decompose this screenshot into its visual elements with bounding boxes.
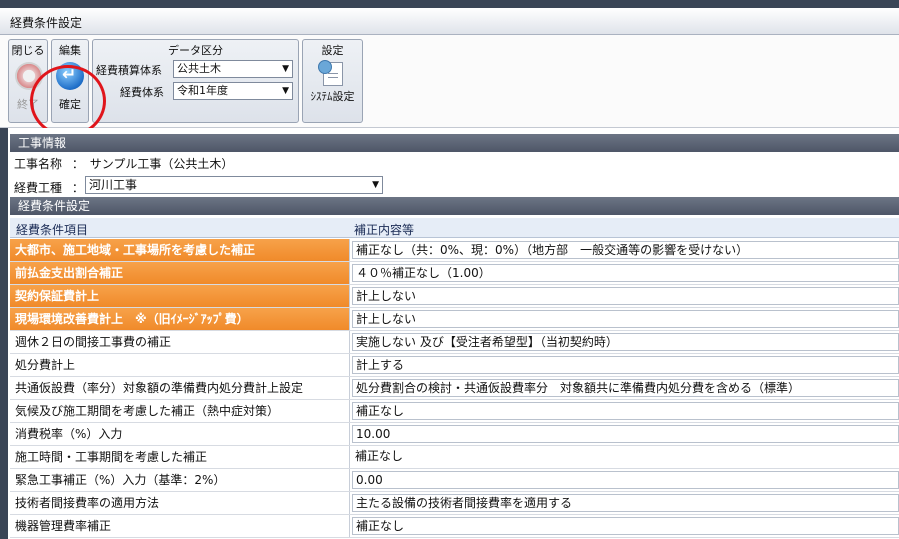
condition-item: 処分費計上 bbox=[15, 358, 76, 372]
settings-group: 設定 ｼｽﾃﾑ設定 bbox=[302, 39, 363, 123]
conditions-header: 経費条件設定 bbox=[10, 197, 899, 215]
condition-value-field[interactable]: 計上しない bbox=[352, 310, 899, 328]
project-name-value: サンプル工事（公共土木） bbox=[89, 157, 234, 171]
table-row[interactable]: 週休２日の間接工事費の補正 実施しない 及び【受注者希望型】（当初契約時） bbox=[10, 331, 899, 354]
condition-value-field[interactable]: 補正なし bbox=[352, 402, 899, 420]
colon: ： bbox=[71, 157, 84, 171]
condition-value-field[interactable]: 10.00 bbox=[352, 425, 899, 443]
condition-item: 前払金支出割合補正 bbox=[10, 262, 349, 284]
column-divider bbox=[349, 308, 350, 330]
condition-value-field[interactable]: 実施しない 及び【受注者希望型】（当初契約時） bbox=[352, 333, 899, 351]
system-select-value: 公共土木 bbox=[177, 62, 221, 75]
table-row[interactable]: 前払金支出割合補正 ４０％補正なし（1.00） bbox=[10, 262, 899, 285]
system-settings-label: ｼｽﾃﾑ設定 bbox=[310, 90, 355, 103]
table-row[interactable]: 施工時間・工事期間を考慮した補正 補正なし bbox=[10, 446, 899, 469]
colon: ： bbox=[71, 181, 84, 195]
condition-item: 施工時間・工事期間を考慮した補正 bbox=[15, 450, 208, 464]
data-category-group: データ区分 経費積算体系 公共土木 ▼ 経費体系 令和1年度 ▼ bbox=[92, 39, 299, 123]
expense-type-row: 経費工種 ： bbox=[14, 179, 84, 196]
table-row[interactable]: 共通仮設費（率分）対象額の準備費内処分費計上設定 処分費割合の検討・共通仮設費率分… bbox=[10, 377, 899, 400]
column-divider bbox=[349, 331, 350, 353]
table-row[interactable]: 処分費計上 計上する bbox=[10, 354, 899, 377]
condition-item: 機器管理費率補正 bbox=[15, 519, 112, 533]
dropdown-arrow-icon: ▼ bbox=[282, 64, 289, 74]
condition-item: 緊急工事補正（%）入力（基準：2%） bbox=[15, 473, 226, 487]
project-name-label: 工事名称 bbox=[14, 157, 63, 171]
condition-item: 週休２日の間接工事費の補正 bbox=[15, 335, 172, 349]
condition-item: 共通仮設費（率分）対象額の準備費内処分費計上設定 bbox=[15, 381, 304, 395]
window-titlebar: 経費条件設定 bbox=[0, 8, 899, 35]
condition-item: 気候及び施工期間を考慮した補正（熱中症対策） bbox=[15, 404, 280, 418]
column-divider bbox=[349, 262, 350, 284]
table-row[interactable]: 大都市、施工地域・工事場所を考慮した補正 補正なし（共：0%、現：0%）（地方部 … bbox=[10, 239, 899, 262]
dropdown-arrow-icon: ▼ bbox=[282, 86, 289, 96]
left-border bbox=[0, 128, 8, 539]
system-select[interactable]: 公共土木 ▼ bbox=[173, 60, 293, 78]
expense-label: 経費体系 bbox=[120, 86, 164, 99]
system-label: 経費積算体系 bbox=[96, 64, 162, 77]
table-row[interactable]: 契約保証費計上 計上しない bbox=[10, 285, 899, 308]
table-row[interactable]: 気候及び施工期間を考慮した補正（熱中症対策） 補正なし bbox=[10, 400, 899, 423]
table-row[interactable]: 消費税率（%）入力 10.00 bbox=[10, 423, 899, 446]
table-row[interactable]: 機器管理費率補正 補正なし bbox=[10, 515, 899, 538]
condition-value-field[interactable]: ４０％補正なし（1.00） bbox=[352, 264, 899, 282]
condition-value-field[interactable]: 補正なし bbox=[352, 448, 899, 466]
top-strip bbox=[0, 0, 899, 8]
column-divider bbox=[349, 515, 350, 537]
conditions-column-header: 経費条件項目 補正内容等 bbox=[10, 218, 899, 238]
annotation-circle bbox=[30, 65, 106, 137]
condition-value-field[interactable]: 補正なし（共：0%、現：0%）（地方部 一般交通等の影響を受けない） bbox=[352, 241, 899, 259]
condition-item: 大都市、施工地域・工事場所を考慮した補正 bbox=[10, 239, 349, 261]
condition-item: 消費税率（%）入力 bbox=[15, 427, 123, 441]
project-name-row: 工事名称 ： サンプル工事（公共土木） bbox=[14, 155, 233, 172]
column-divider bbox=[349, 423, 350, 445]
condition-value-field[interactable]: 主たる設備の技術者間接費率を適用する bbox=[352, 494, 899, 512]
table-row[interactable]: 緊急工事補正（%）入力（基準：2%） 0.00 bbox=[10, 469, 899, 492]
col-content-header: 補正内容等 bbox=[354, 223, 415, 237]
expense-type-label: 経費工種 bbox=[14, 181, 63, 195]
system-settings-button[interactable]: ｼｽﾃﾑ設定 bbox=[303, 56, 362, 118]
condition-item: 現場環境改善費計上 ※（旧ｲﾒｰｼﾞｱｯﾌﾟ費） bbox=[10, 308, 349, 330]
expense-select-value: 令和1年度 bbox=[177, 84, 228, 97]
column-divider bbox=[349, 354, 350, 376]
window-title: 経費条件設定 bbox=[10, 16, 83, 30]
project-info-header: 工事情報 bbox=[10, 134, 899, 152]
table-row[interactable]: 技術者間接費率の適用方法 主たる設備の技術者間接費率を適用する bbox=[10, 492, 899, 515]
expense-type-value: 河川工事 bbox=[89, 178, 138, 192]
dropdown-arrow-icon: ▼ bbox=[372, 180, 379, 190]
column-divider bbox=[349, 239, 350, 261]
condition-item: 技術者間接費率の適用方法 bbox=[15, 496, 160, 510]
column-divider bbox=[349, 285, 350, 307]
column-divider bbox=[349, 469, 350, 491]
col-item-header: 経費条件項目 bbox=[16, 223, 89, 237]
column-divider bbox=[349, 492, 350, 514]
expense-type-select[interactable]: 河川工事 ▼ bbox=[85, 176, 383, 194]
table-row[interactable]: 現場環境改善費計上 ※（旧ｲﾒｰｼﾞｱｯﾌﾟ費） 計上しない bbox=[10, 308, 899, 331]
settings-document-icon bbox=[318, 60, 343, 86]
condition-value-field[interactable]: 補正なし bbox=[352, 517, 899, 535]
condition-value-field[interactable]: 処分費割合の検討・共通仮設費率分 対象額共に準備費内処分費を含める（標準） bbox=[352, 379, 899, 397]
expense-select[interactable]: 令和1年度 ▼ bbox=[173, 82, 293, 100]
column-divider bbox=[349, 377, 350, 399]
condition-value-field[interactable]: 0.00 bbox=[352, 471, 899, 489]
column-divider bbox=[349, 446, 350, 468]
toolbar: 閉じる 終了 編集 ↵ 確定 データ区分 経費積算体系 公共土木 ▼ 経費体系 … bbox=[0, 35, 899, 137]
condition-value-field[interactable]: 計上しない bbox=[352, 287, 899, 305]
column-divider bbox=[349, 400, 350, 422]
condition-value-field[interactable]: 計上する bbox=[352, 356, 899, 374]
condition-item: 契約保証費計上 bbox=[10, 285, 349, 307]
data-category-title: データ区分 bbox=[168, 44, 223, 57]
